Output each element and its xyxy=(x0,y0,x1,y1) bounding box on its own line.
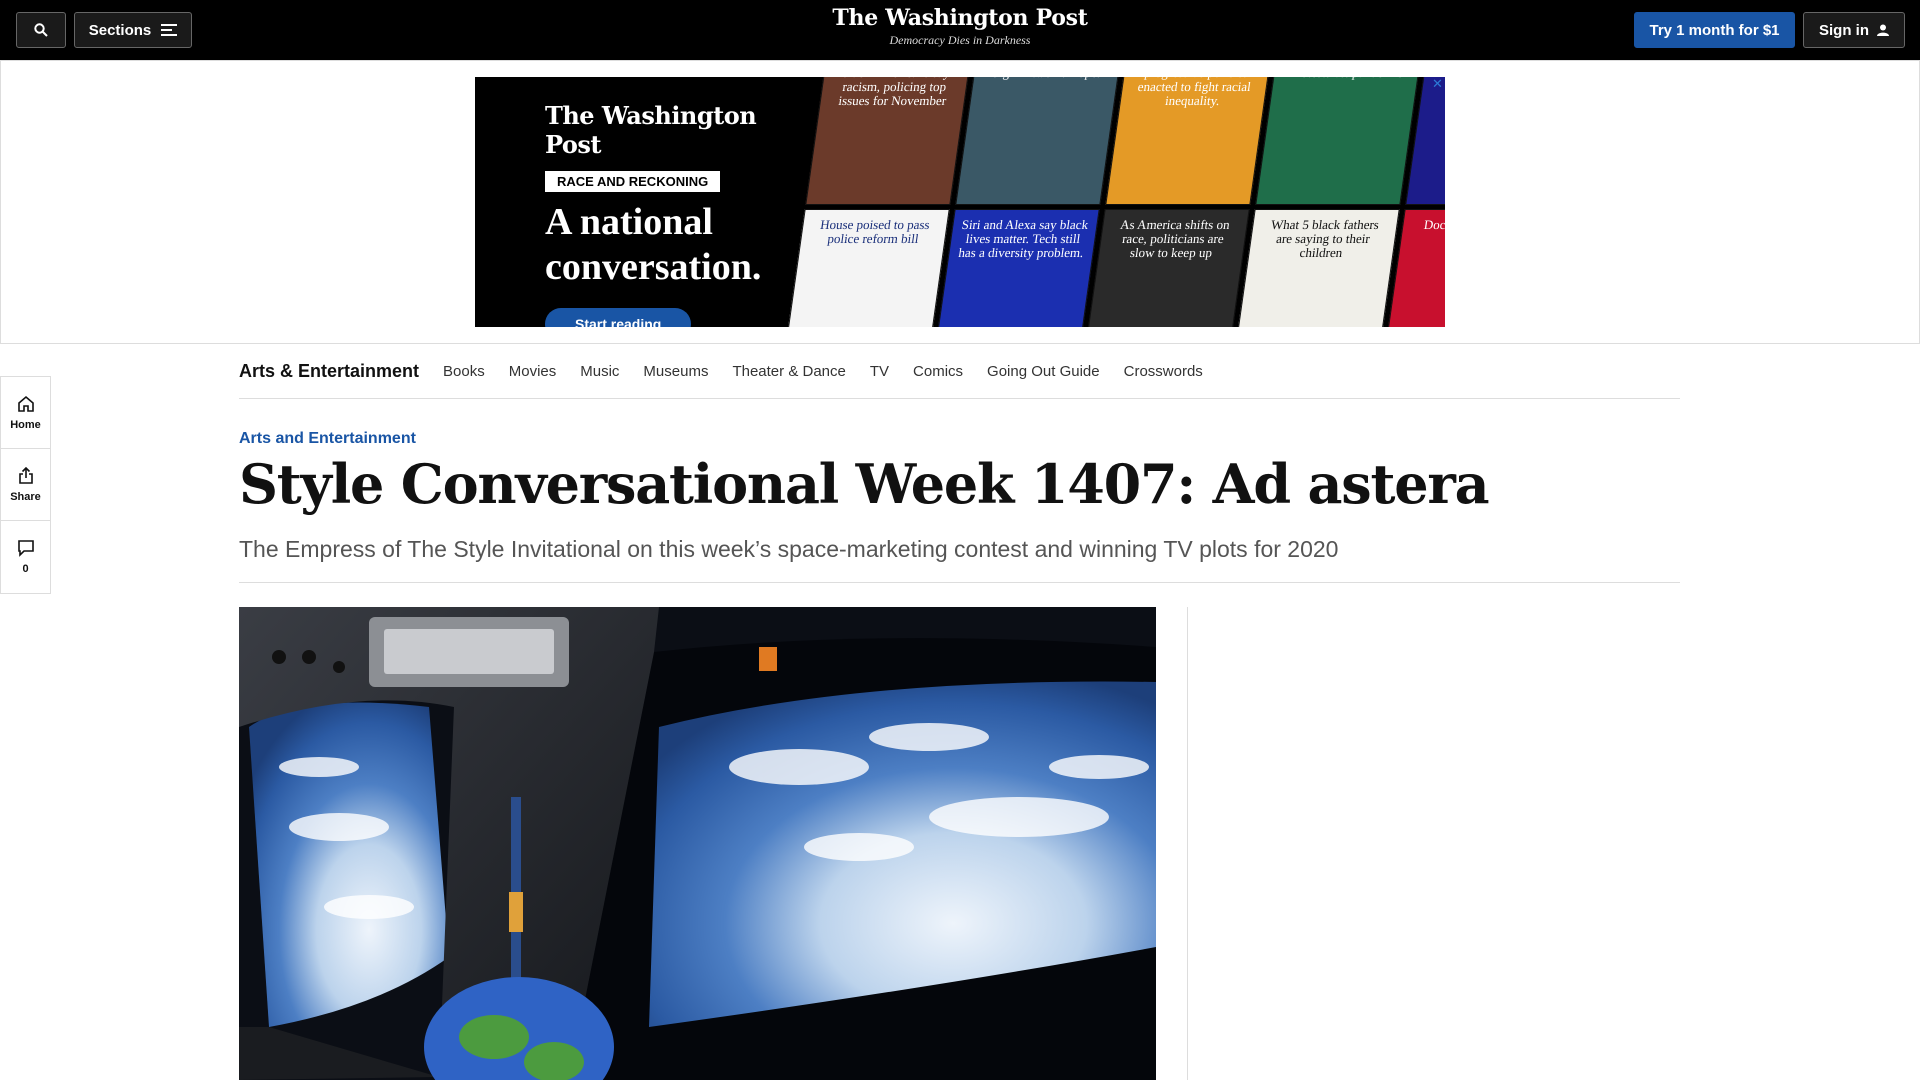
article-headline: Style Conversational Week 1407: Ad aster… xyxy=(239,452,1490,516)
article-lead-image[interactable] xyxy=(239,607,1156,1080)
ad-close-icon[interactable]: ✕ xyxy=(1432,77,1444,90)
ad-headline-line1: A national xyxy=(545,201,713,243)
home-button[interactable]: Home xyxy=(1,377,50,449)
masthead[interactable]: The Washington Post Democracy Dies in Da… xyxy=(760,5,1160,48)
home-icon xyxy=(17,395,34,412)
ad-tile: As America shifts on race, politicians a… xyxy=(1083,209,1250,327)
ad-tile: black Americans say racism, policing top… xyxy=(805,77,972,205)
space-station-window-illustration xyxy=(239,607,1156,1080)
site-tagline: Democracy Dies in Darkness xyxy=(889,33,1031,47)
nav-item-music[interactable]: Music xyxy=(580,363,619,380)
home-label: Home xyxy=(10,418,41,431)
divider xyxy=(239,582,1680,583)
ad-tile: Protests vs. pandemic xyxy=(1255,77,1422,205)
comments-count: 0 xyxy=(22,563,29,575)
share-button[interactable]: Share xyxy=(1,449,50,521)
subscribe-button[interactable]: Try 1 month for $1 xyxy=(1634,12,1795,48)
comments-button[interactable]: 0 xyxy=(1,521,50,593)
nav-item-going-out-guide[interactable]: Going Out Guide xyxy=(987,363,1100,380)
site-logo[interactable]: The Washington Post xyxy=(760,5,1160,31)
sections-label: Sections xyxy=(88,21,152,39)
nav-item-books[interactable]: Books xyxy=(443,363,485,380)
ad-tile: progressive policies enacted to fight ra… xyxy=(1105,77,1272,205)
article-kicker[interactable]: Arts and Entertainment xyxy=(239,430,416,448)
ad-headline-line2: conversation. xyxy=(545,246,762,288)
article-subheadline: The Empress of The Style Invitational on… xyxy=(239,536,1339,562)
left-action-rail: Home Share 0 xyxy=(0,376,51,594)
nav-item-comics[interactable]: Comics xyxy=(913,363,963,380)
ad-tile: House poised to pass police reform bill xyxy=(783,209,950,327)
menu-icon xyxy=(161,24,178,36)
sign-in-label: Sign in xyxy=(1819,21,1869,39)
ad-tag: RACE AND RECKONING xyxy=(545,171,721,192)
ad-banner[interactable]: The Washington Post RACE AND RECKONING A… xyxy=(475,77,1445,327)
ad-collage: black Americans say racism, policing top… xyxy=(783,77,1445,327)
section-brand[interactable]: Arts & Entertainment xyxy=(239,361,419,382)
nav-item-theater-dance[interactable]: Theater & Dance xyxy=(732,363,845,380)
section-navigation: Arts & Entertainment Books Movies Music … xyxy=(239,344,1680,399)
column-divider xyxy=(1187,607,1188,1080)
user-icon xyxy=(1877,24,1889,36)
ad-logo: The Washington Post xyxy=(545,101,757,159)
nav-item-tv[interactable]: TV xyxy=(870,363,889,380)
search-button[interactable] xyxy=(16,12,66,48)
nav-item-museums[interactable]: Museums xyxy=(643,363,708,380)
comment-icon xyxy=(17,540,34,557)
search-icon xyxy=(34,23,48,37)
nav-item-crosswords[interactable]: Crosswords xyxy=(1124,363,1203,380)
ad-tile: Siri and Alexa say black lives matter. T… xyxy=(933,209,1100,327)
sign-in-button[interactable]: Sign in xyxy=(1803,12,1905,48)
ad-headline: A national conversation. xyxy=(545,200,805,290)
share-icon xyxy=(18,466,33,484)
ad-tile: Sign Artwork. Hope. xyxy=(955,77,1122,205)
ad-tile: What 5 black fathers are saying to their… xyxy=(1233,209,1400,327)
top-navigation-bar: Sections The Washington Post Democracy D… xyxy=(0,0,1920,60)
nav-item-movies[interactable]: Movies xyxy=(509,363,557,380)
share-label: Share xyxy=(10,490,41,503)
ad-start-reading-button[interactable]: Start reading xyxy=(545,308,692,327)
sections-button[interactable]: Sections xyxy=(74,12,192,48)
ad-text-panel: The Washington Post RACE AND RECKONING A… xyxy=(475,77,805,327)
